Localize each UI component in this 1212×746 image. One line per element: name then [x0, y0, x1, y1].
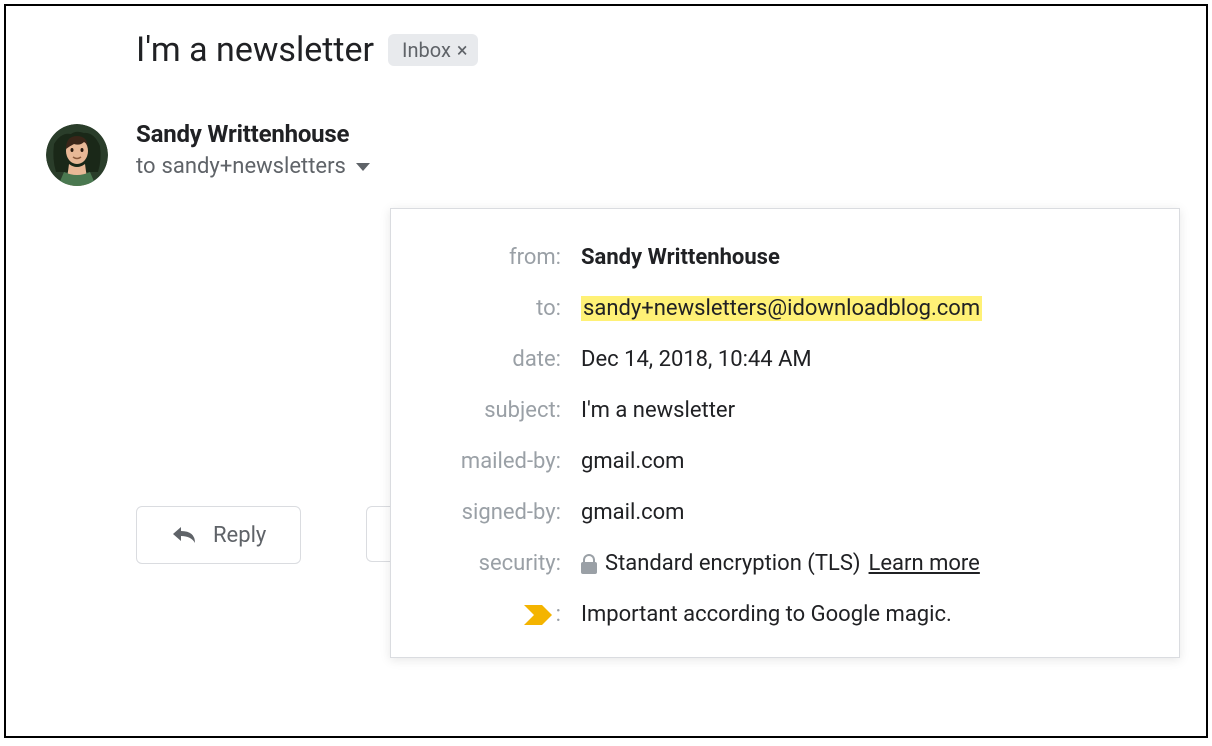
detail-label-to: to: [421, 296, 581, 321]
sender-avatar[interactable] [46, 124, 108, 186]
detail-value-date: Dec 14, 2018, 10:44 AM [581, 347, 812, 372]
importance-marker-icon[interactable] [524, 605, 552, 625]
detail-value-to: sandy+newsletters@idownloadblog.com [581, 296, 982, 321]
detail-row-subject: subject: I'm a newsletter [421, 398, 1149, 423]
reply-button[interactable]: Reply [136, 506, 301, 564]
close-icon[interactable]: × [457, 40, 468, 60]
sender-name: Sandy Writtenhouse [136, 120, 370, 148]
detail-label-security: security: [421, 551, 581, 576]
learn-more-link[interactable]: Learn more [869, 551, 980, 576]
detail-row-signed-by: signed-by: gmail.com [421, 500, 1149, 525]
inbox-label-text: Inbox [402, 38, 451, 62]
detail-row-date: date: Dec 14, 2018, 10:44 AM [421, 347, 1149, 372]
detail-row-from: from: Sandy Writtenhouse [421, 245, 1149, 270]
detail-value-subject: I'm a newsletter [581, 398, 735, 423]
subject-row: I'm a newsletter Inbox × [6, 30, 1206, 70]
reply-label: Reply [213, 523, 266, 548]
inbox-label-chip[interactable]: Inbox × [388, 34, 478, 66]
email-view-container: I'm a newsletter Inbox × Sandy Writtenho… [4, 4, 1208, 738]
security-text: Standard encryption (TLS) [605, 551, 861, 576]
sender-row: Sandy Writtenhouse to sandy+newsletters [6, 120, 1206, 186]
detail-value-from: Sandy Writtenhouse [581, 245, 780, 270]
reply-arrow-icon [171, 521, 197, 549]
forward-button-partial[interactable] [366, 506, 390, 562]
to-alias: sandy+newsletters [162, 154, 346, 179]
chevron-down-icon[interactable] [356, 163, 370, 171]
detail-value-signed-by: gmail.com [581, 500, 684, 525]
detail-value-importance: Important according to Google magic. [581, 602, 952, 627]
detail-row-to: to: sandy+newsletters@idownloadblog.com [421, 296, 1149, 321]
to-prefix: to [136, 154, 156, 179]
detail-value-security: Standard encryption (TLS) Learn more [581, 551, 980, 576]
to-email-highlighted: sandy+newsletters@idownloadblog.com [581, 296, 982, 321]
message-details-popup: from: Sandy Writtenhouse to: sandy+newsl… [390, 208, 1180, 658]
detail-label-signed-by: signed-by: [421, 500, 581, 525]
detail-label-subject: subject: [421, 398, 581, 423]
recipient-summary[interactable]: to sandy+newsletters [136, 154, 370, 179]
detail-label-mailed-by: mailed-by: [421, 449, 581, 474]
detail-row-importance: : Important according to Google magic. [421, 602, 1149, 627]
detail-label-date: date: [421, 347, 581, 372]
importance-label-cell: : [421, 602, 581, 627]
detail-value-mailed-by: gmail.com [581, 449, 684, 474]
sender-info: Sandy Writtenhouse to sandy+newsletters [136, 120, 370, 179]
email-subject: I'm a newsletter [136, 30, 374, 70]
detail-label-from: from: [421, 245, 581, 270]
detail-row-security: security: Standard encryption (TLS) Lear… [421, 551, 1149, 576]
lock-icon [581, 554, 597, 574]
importance-colon: : [556, 602, 561, 627]
detail-row-mailed-by: mailed-by: gmail.com [421, 449, 1149, 474]
